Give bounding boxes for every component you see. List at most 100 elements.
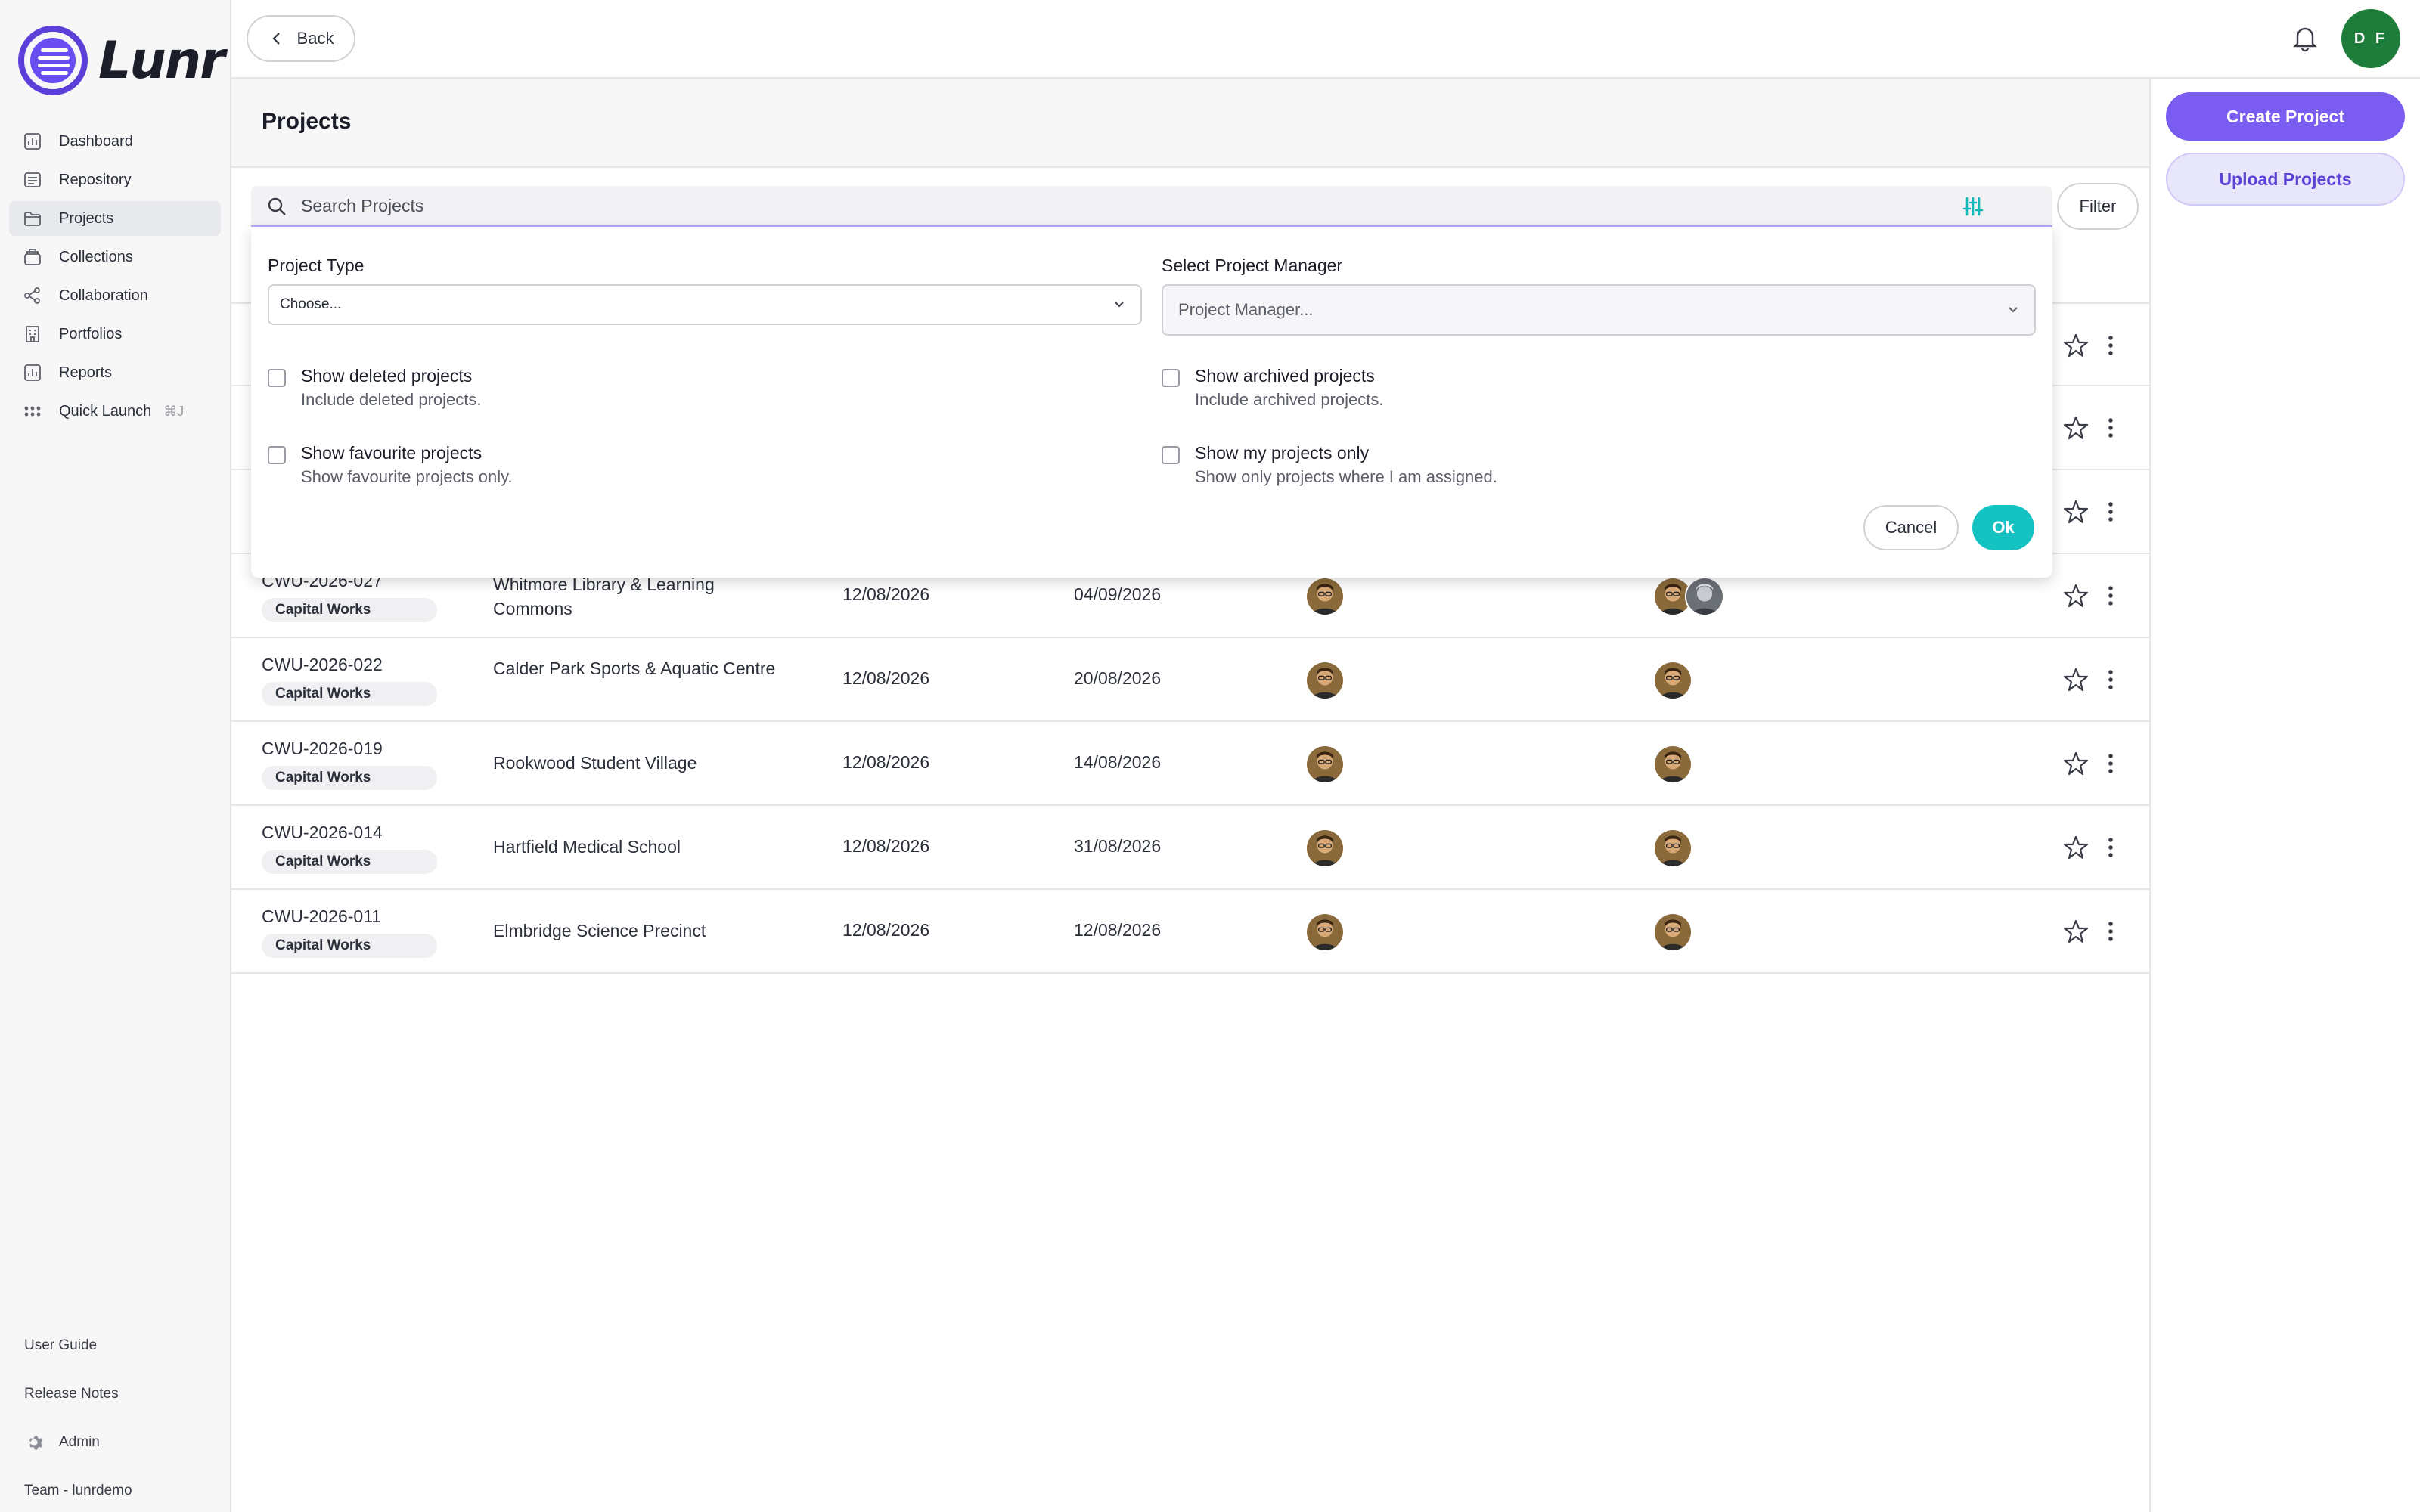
release-notes-link[interactable]: Release Notes: [24, 1370, 132, 1418]
grid-dots-icon: [24, 406, 41, 417]
chevron-down-icon: [2009, 307, 2018, 313]
option-desc: Show favourite projects only.: [301, 467, 513, 486]
team-label[interactable]: Team - lunrdemo: [24, 1467, 132, 1512]
star-icon[interactable]: [2063, 499, 2089, 525]
sidebar-item-dashboard[interactable]: Dashboard: [9, 124, 221, 159]
sidebar-item-label: Collaboration: [59, 287, 148, 304]
back-label: Back: [296, 29, 334, 48]
repository-icon: [24, 172, 41, 187]
project-name: Hartfield Medical School: [493, 837, 681, 857]
option-desc: Include archived projects.: [1195, 390, 1384, 409]
search-bar: [251, 186, 2052, 227]
sidebar-item-label: Collections: [59, 248, 133, 265]
admin-link[interactable]: Admin: [24, 1418, 132, 1467]
sidebar-item-quick-launch[interactable]: Quick Launch ⌘J: [9, 394, 221, 429]
sidebar-item-label: Quick Launch: [59, 402, 152, 420]
search-input[interactable]: [301, 186, 1965, 225]
start-date: 12/08/2026: [842, 836, 930, 856]
project-type-badge: Capital Works: [262, 934, 437, 958]
sidebar-item-collaboration[interactable]: Collaboration: [9, 278, 221, 313]
project-type-select[interactable]: Choose...: [268, 284, 1142, 325]
user-guide-link[interactable]: User Guide: [24, 1321, 132, 1370]
start-date: 12/08/2026: [842, 920, 930, 940]
share-icon: [24, 287, 40, 304]
option-title: Show deleted projects: [301, 366, 473, 386]
end-date: 31/08/2026: [1074, 836, 1162, 856]
sidebar-item-portfolios[interactable]: Portfolios: [9, 317, 221, 352]
star-icon[interactable]: [2063, 919, 2089, 944]
manager-avatar: [1305, 745, 1345, 784]
project-name: Elmbridge Science Precinct: [493, 921, 706, 940]
show-archived-checkbox[interactable]: [1162, 369, 1180, 387]
sidebar-item-projects[interactable]: Projects: [9, 201, 221, 236]
end-date: 12/08/2026: [1074, 920, 1162, 940]
star-icon[interactable]: [2063, 583, 2089, 609]
option-desc: Include deleted projects.: [301, 390, 482, 409]
filter-button[interactable]: Filter: [2057, 183, 2139, 230]
cancel-button[interactable]: Cancel: [1863, 505, 1959, 550]
star-icon[interactable]: [2063, 667, 2089, 692]
sidebar: Lunr Dashboard Repository Projects Colle…: [0, 0, 231, 1512]
building-icon: [26, 326, 39, 342]
page-title: Projects: [262, 109, 352, 134]
gear-icon: [29, 1436, 43, 1450]
more-vertical-icon[interactable]: [2098, 333, 2124, 358]
team-avatar: [1653, 745, 1692, 784]
user-avatar[interactable]: D F: [2341, 9, 2400, 68]
more-vertical-icon[interactable]: [2098, 583, 2124, 609]
star-icon[interactable]: [2063, 333, 2089, 358]
sidebar-item-collections[interactable]: Collections: [9, 240, 221, 274]
search-icon: [268, 197, 286, 215]
start-date: 12/08/2026: [842, 752, 930, 772]
report-icon: [24, 364, 41, 381]
project-name: Whitmore Library & Learning Commons: [493, 575, 715, 618]
more-vertical-icon[interactable]: [2098, 751, 2124, 776]
table-row[interactable]: CWU-2026-011 Capital Works Elmbridge Scien…: [231, 890, 2149, 974]
sidebar-item-label: Portfolios: [59, 325, 123, 342]
show-mine-checkbox[interactable]: [1162, 446, 1180, 464]
star-icon[interactable]: [2063, 835, 2089, 860]
project-type-value: Choose...: [280, 296, 342, 312]
more-vertical-icon[interactable]: [2098, 835, 2124, 860]
sidebar-item-label: Repository: [59, 171, 132, 188]
star-icon[interactable]: [2063, 751, 2089, 776]
sidebar-nav: Dashboard Repository Projects Collection…: [9, 124, 221, 432]
sidebar-item-label: Reports: [59, 364, 113, 381]
sidebar-item-label: Dashboard: [59, 132, 133, 150]
bell-icon[interactable]: [2290, 23, 2320, 53]
project-type-badge: Capital Works: [262, 682, 437, 706]
logo-text: Lunr: [98, 30, 225, 91]
create-project-button[interactable]: Create Project: [2166, 92, 2405, 141]
tune-icon[interactable]: [1962, 195, 1984, 218]
table-row[interactable]: CWU-2026-022 Capital Works Calder Park Spo…: [231, 638, 2149, 722]
sidebar-item-reports[interactable]: Reports: [9, 355, 221, 390]
folder-icon: [24, 212, 41, 226]
more-vertical-icon[interactable]: [2098, 499, 2124, 525]
more-vertical-icon[interactable]: [2098, 415, 2124, 441]
show-favourite-checkbox[interactable]: [268, 446, 286, 464]
chevron-left-icon: [271, 33, 280, 45]
more-vertical-icon[interactable]: [2098, 919, 2124, 944]
ok-button[interactable]: Ok: [1972, 505, 2034, 550]
project-manager-placeholder: Project Manager...: [1178, 300, 1314, 319]
project-manager-select[interactable]: Project Manager...: [1162, 284, 2036, 336]
sidebar-bottom: User Guide Release Notes Admin Team - lu…: [24, 1321, 132, 1512]
end-date: 04/09/2026: [1074, 584, 1162, 604]
table-row[interactable]: CWU-2026-014 Capital Works Hartfield Medic…: [231, 806, 2149, 890]
show-deleted-checkbox[interactable]: [268, 369, 286, 387]
back-button[interactable]: Back: [247, 15, 355, 62]
project-manager-label: Select Project Manager: [1162, 256, 1343, 275]
option-title: Show archived projects: [1195, 366, 1375, 386]
sidebar-item-label: Projects: [59, 209, 114, 227]
upload-projects-button[interactable]: Upload Projects: [2166, 153, 2405, 206]
star-icon[interactable]: [2063, 415, 2089, 441]
more-vertical-icon[interactable]: [2098, 667, 2124, 692]
lunr-logo-icon: [18, 26, 88, 95]
logo[interactable]: Lunr: [18, 26, 225, 95]
team-avatar: [1685, 577, 1724, 616]
team-avatar: [1653, 829, 1692, 868]
table-row[interactable]: CWU-2026-019 Capital Works Rookwood Studen…: [231, 722, 2149, 806]
sidebar-item-repository[interactable]: Repository: [9, 163, 221, 197]
project-code: CWU-2026-022: [262, 655, 383, 674]
team-avatar: [1653, 912, 1692, 952]
